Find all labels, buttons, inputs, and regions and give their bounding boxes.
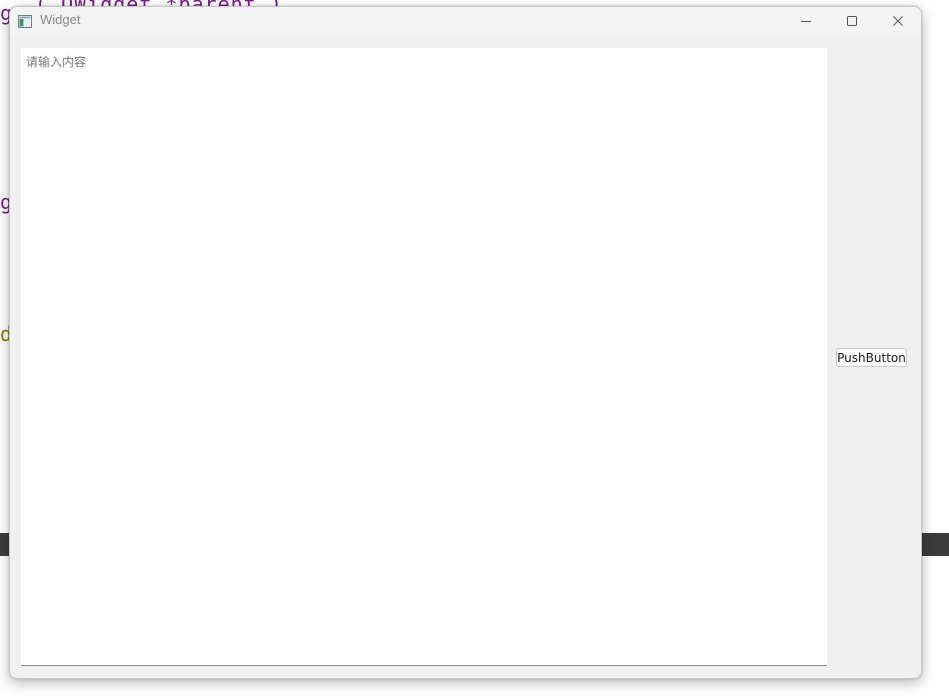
desktop: ( QWidget *parent ) g g d Widget <box>0 0 949 699</box>
minimize-icon <box>800 12 812 31</box>
window-title: Widget <box>40 12 81 27</box>
content-text-edit[interactable]: 请输入内容 <box>21 48 827 666</box>
title-bar[interactable]: Widget <box>10 7 921 37</box>
close-button[interactable] <box>875 7 921 35</box>
maximize-button[interactable] <box>829 7 875 35</box>
app-window-icon <box>18 13 32 28</box>
widget-window: Widget 请输入内容 PushButton <box>9 6 922 679</box>
close-icon <box>892 12 904 31</box>
text-edit-placeholder: 请输入内容 <box>26 55 87 69</box>
minimize-button[interactable] <box>783 7 829 35</box>
maximize-icon <box>846 12 858 31</box>
push-button[interactable]: PushButton <box>836 348 907 367</box>
